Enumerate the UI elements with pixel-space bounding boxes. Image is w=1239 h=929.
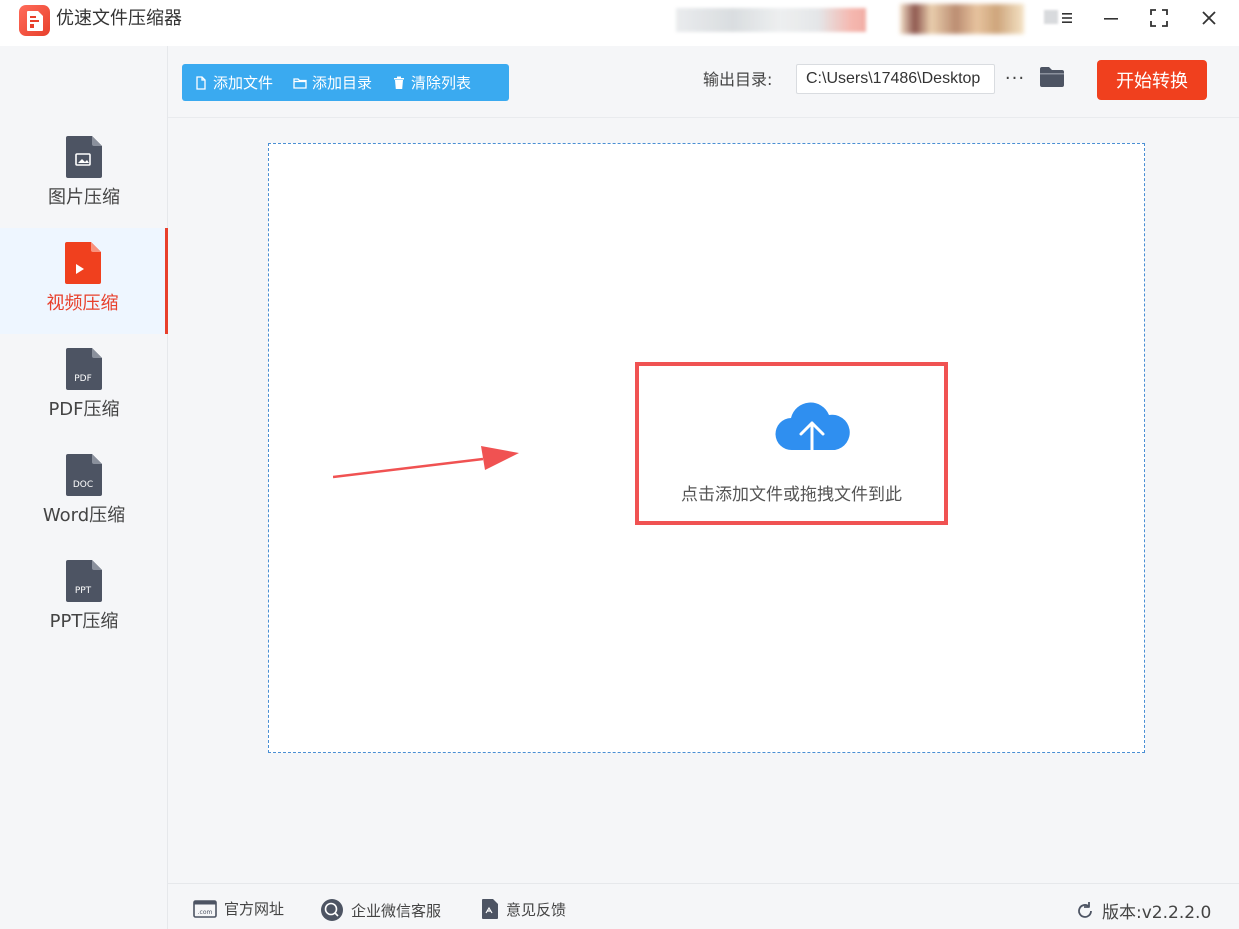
version-label: 版本:v2.2.2.0: [1102, 903, 1212, 923]
trash-icon: [394, 76, 405, 89]
maximize-button[interactable]: [1144, 5, 1174, 31]
website-label: 官方网址: [224, 900, 285, 918]
upload-highlight-box[interactable]: 点击添加文件或拖拽文件到此: [635, 362, 948, 525]
file-dropzone[interactable]: 点击添加文件或拖拽文件到此: [268, 143, 1145, 753]
start-convert-button[interactable]: 开始转换: [1097, 60, 1207, 100]
drop-hint-text: 点击添加文件或拖拽文件到此: [681, 485, 902, 505]
minimize-button[interactable]: [1096, 5, 1126, 31]
close-button[interactable]: [1194, 5, 1224, 31]
sidebar-item-label: 视频压缩: [46, 293, 119, 314]
feedback-link[interactable]: 意见反馈: [481, 898, 566, 920]
svg-text:.com: .com: [198, 909, 213, 916]
file-badge-text: DOC: [73, 480, 93, 490]
ppt-file-icon: PPT: [66, 560, 102, 602]
output-directory-label: 输出目录:: [703, 70, 773, 89]
more-options-button[interactable]: ···: [1003, 66, 1027, 90]
title-bar: 优速文件压缩器: [0, 0, 1239, 46]
sidebar-item-label: PPT压缩: [49, 611, 119, 632]
sidebar-item-video[interactable]: 视频压缩: [0, 228, 168, 334]
sidebar-item-image[interactable]: 图片压缩: [0, 122, 168, 228]
website-icon: .com: [193, 899, 217, 918]
clear-list-button[interactable]: 清除列表: [392, 72, 471, 93]
toolbar: 添加文件 添加目录 清除列表 输出目录: C:\Users\17486\Desk…: [168, 46, 1239, 118]
file-badge-text: PPT: [75, 586, 92, 596]
blurred-avatar: [900, 4, 1024, 34]
doc-file-icon: DOC: [66, 454, 102, 496]
footer: .com 官方网址 企业微信客服 意见反馈 版本:v2.2.2.0: [168, 883, 1239, 929]
add-folder-button[interactable]: 添加目录: [293, 72, 372, 93]
folder-icon: [1040, 67, 1064, 87]
output-directory-field[interactable]: C:\Users\17486\Desktop: [796, 64, 995, 94]
version-info[interactable]: 版本:v2.2.2.0: [1075, 898, 1211, 923]
add-folder-label: 添加目录: [312, 74, 373, 92]
sidebar-item-pdf[interactable]: PDF PDF压缩: [0, 334, 168, 440]
file-badge-text: PDF: [74, 374, 92, 384]
folder-outline-icon: [293, 77, 307, 89]
menu-icon[interactable]: [1050, 5, 1080, 31]
main-area: 点击添加文件或拖拽文件到此: [168, 119, 1239, 883]
add-file-label: 添加文件: [213, 74, 274, 92]
app-logo-icon: [19, 5, 50, 36]
feedback-label: 意见反馈: [506, 900, 567, 919]
app-title: 优速文件压缩器: [56, 8, 182, 29]
clear-list-label: 清除列表: [411, 74, 472, 92]
sidebar: 图片压缩 视频压缩 PDF PDF压缩 DOC Word压缩 PPT PPT压缩: [0, 46, 168, 929]
refresh-icon: [1078, 901, 1092, 918]
feedback-icon: [482, 899, 498, 919]
sidebar-item-label: 图片压缩: [48, 187, 120, 208]
open-folder-button[interactable]: [1039, 66, 1065, 90]
sidebar-item-word[interactable]: DOC Word压缩: [0, 440, 168, 546]
file-icon: [196, 75, 206, 90]
sidebar-item-label: PDF压缩: [48, 399, 120, 420]
official-website-link[interactable]: .com 官方网址: [193, 898, 284, 919]
file-action-group: 添加文件 添加目录 清除列表: [182, 64, 509, 101]
wechat-label: 企业微信客服: [351, 901, 442, 920]
add-file-button[interactable]: 添加文件: [194, 72, 273, 93]
image-file-icon: [66, 136, 102, 178]
wechat-support-link[interactable]: 企业微信客服: [320, 898, 441, 922]
annotation-arrow: [333, 446, 519, 479]
sidebar-item-ppt[interactable]: PPT PPT压缩: [0, 546, 168, 652]
sidebar-item-label: Word压缩: [42, 505, 126, 526]
wechat-icon: [321, 899, 343, 921]
pdf-file-icon: PDF: [66, 348, 102, 390]
video-file-icon: [64, 242, 101, 284]
cloud-upload-icon: [775, 402, 850, 468]
blurred-area: [676, 8, 866, 32]
